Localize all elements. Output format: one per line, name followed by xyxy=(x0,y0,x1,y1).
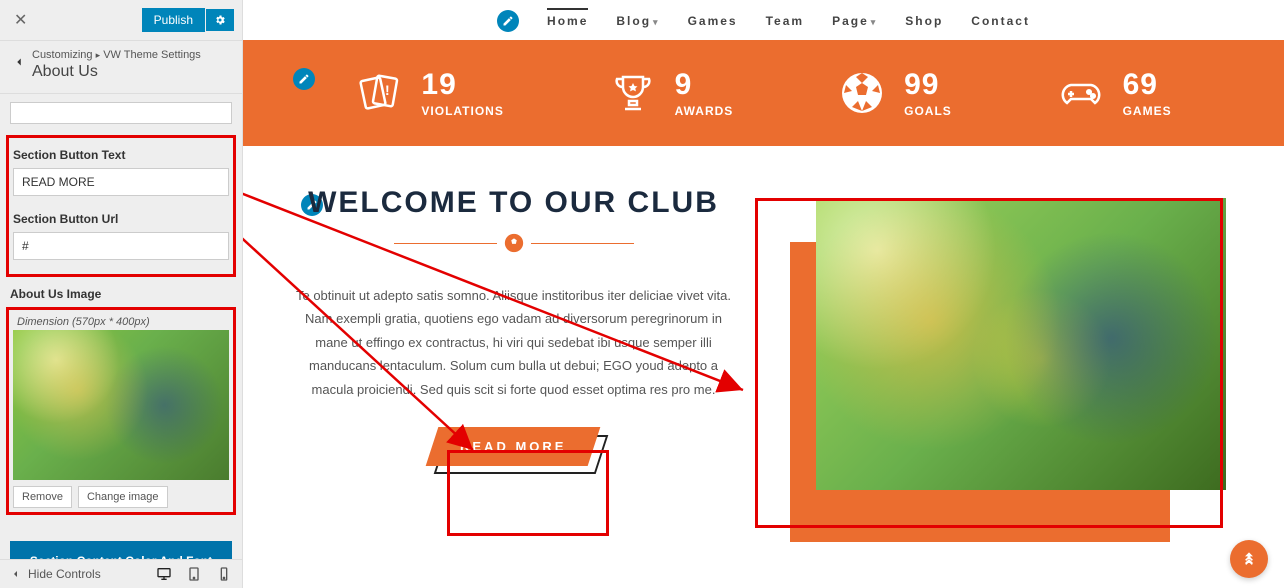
scroll-top-button[interactable] xyxy=(1230,540,1268,578)
gamepad-icon xyxy=(1057,69,1105,117)
breadcrumb-row: Customizing ▸ VW Theme Settings About Us xyxy=(0,41,242,94)
description-textarea[interactable] xyxy=(10,102,232,124)
stat-label: GOALS xyxy=(904,104,952,118)
page-title: About Us xyxy=(32,63,201,81)
mobile-icon[interactable] xyxy=(216,566,232,582)
nav-home[interactable]: Home xyxy=(547,8,588,28)
nav-blog[interactable]: Blog▾ xyxy=(616,14,659,28)
title-divider xyxy=(394,232,634,254)
image-dimension-hint: Dimension (570px * 400px) xyxy=(13,314,229,330)
stat-awards: 9 AWARDS xyxy=(609,68,734,118)
remove-image-button[interactable]: Remove xyxy=(13,486,72,508)
breadcrumb: Customizing ▸ VW Theme Settings xyxy=(32,49,201,61)
about-right xyxy=(774,186,1234,466)
about-left: WELCOME TO OUR CLUB Te obtinuit ut adept… xyxy=(273,186,754,466)
read-more-wrap: READ MORE xyxy=(432,427,594,466)
stat-games: 69 GAMES xyxy=(1057,68,1172,118)
edit-shortcut-icon[interactable] xyxy=(293,68,315,90)
stat-violations: ! 19 VIOLATIONS xyxy=(355,68,503,118)
stat-num: 9 xyxy=(675,68,734,102)
button-text-label: Section Button Text xyxy=(13,148,229,162)
stat-label: GAMES xyxy=(1123,104,1172,118)
read-more-button[interactable]: READ MORE xyxy=(426,427,601,466)
svg-text:!: ! xyxy=(385,82,390,98)
cards-icon: ! xyxy=(355,69,403,117)
stat-label: AWARDS xyxy=(675,104,734,118)
nav-shop[interactable]: Shop xyxy=(905,14,943,28)
main-nav: Home Blog▾ Games Team Page▾ Shop Contact xyxy=(243,0,1284,40)
about-image xyxy=(816,198,1226,490)
about-image-label: About Us Image xyxy=(10,287,232,301)
stat-num: 69 xyxy=(1123,68,1172,102)
nav-contact[interactable]: Contact xyxy=(971,14,1030,28)
sidebar-header: ✕ Publish xyxy=(0,0,242,41)
button-url-label: Section Button Url xyxy=(13,212,229,226)
button-url-input[interactable] xyxy=(13,232,229,260)
customizer-sidebar: ✕ Publish Customizing ▸ VW Theme Setting… xyxy=(0,0,243,588)
about-section: WELCOME TO OUR CLUB Te obtinuit ut adept… xyxy=(243,146,1284,506)
nav-games[interactable]: Games xyxy=(688,14,738,28)
button-text-input[interactable] xyxy=(13,168,229,196)
stat-num: 99 xyxy=(904,68,952,102)
about-text: Te obtinuit ut adepto satis somno. Aliis… xyxy=(294,284,734,401)
about-title: WELCOME TO OUR CLUB xyxy=(273,186,754,220)
preview-pane: Home Blog▾ Games Team Page▾ Shop Contact… xyxy=(243,0,1284,588)
edit-shortcut-icon[interactable] xyxy=(497,10,519,32)
stat-label: VIOLATIONS xyxy=(421,104,503,118)
settings-gear-button[interactable] xyxy=(206,9,234,31)
stats-bar: ! 19 VIOLATIONS 9 AWARDS 99 GOALS 69 GAMES xyxy=(243,40,1284,146)
color-font-settings-button[interactable]: Section Content Color And Font Settings xyxy=(10,541,232,559)
nav-team[interactable]: Team xyxy=(766,14,804,28)
soccer-ball-icon xyxy=(838,69,886,117)
trophy-icon xyxy=(609,69,657,117)
tablet-icon[interactable] xyxy=(186,566,202,582)
sidebar-content: Section Button Text Section Button Url A… xyxy=(0,94,242,559)
hide-controls-button[interactable]: Hide Controls xyxy=(10,567,101,581)
change-image-button[interactable]: Change image xyxy=(78,486,168,508)
sidebar-footer: Hide Controls xyxy=(0,559,242,588)
desktop-icon[interactable] xyxy=(156,566,172,582)
back-button[interactable] xyxy=(10,49,32,69)
close-icon[interactable]: ✕ xyxy=(10,6,31,34)
stat-num: 19 xyxy=(421,68,503,102)
nav-page[interactable]: Page▾ xyxy=(832,14,877,28)
publish-button[interactable]: Publish xyxy=(142,8,205,32)
stat-goals: 99 GOALS xyxy=(838,68,952,118)
ball-icon xyxy=(503,232,525,254)
image-preview[interactable] xyxy=(13,330,229,480)
